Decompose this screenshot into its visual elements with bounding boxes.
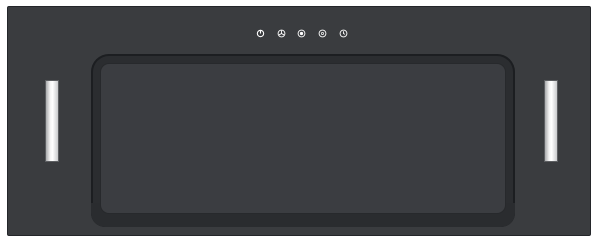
left-led-light-strip	[45, 80, 59, 162]
timer-icon	[339, 29, 347, 37]
right-led-light-strip	[544, 80, 558, 162]
fan-speed-button[interactable]	[274, 26, 288, 40]
power-button[interactable]	[253, 26, 267, 40]
timer-button[interactable]	[336, 26, 350, 40]
touch-control-panel	[249, 26, 349, 40]
fan-speed-icon	[277, 29, 285, 37]
light-button[interactable]	[315, 26, 329, 40]
power-icon	[256, 29, 264, 37]
grease-filter-panel	[101, 64, 505, 213]
boost-icon	[297, 29, 305, 37]
light-icon	[318, 29, 326, 37]
boost-button[interactable]	[294, 26, 308, 40]
